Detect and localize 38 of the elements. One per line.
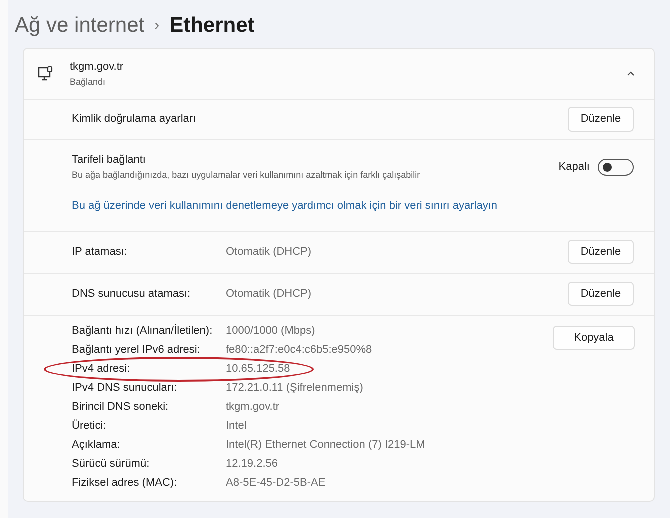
property-value: Intel — [226, 418, 247, 434]
edit-button[interactable]: Düzenle — [568, 107, 634, 132]
setting-label: DNS sunucusu ataması: — [72, 286, 192, 302]
setting-value: Otomatik (DHCP) — [226, 244, 313, 260]
property-label: Bağlantı yerel IPv6 adresi: — [72, 342, 202, 358]
property-label: IPv4 DNS sunucuları: — [72, 380, 178, 396]
property-label: Üretici: — [72, 418, 108, 434]
edit-button[interactable]: Düzenle — [568, 282, 634, 306]
property-value: fe80::a2f7:e0c4:c6b5:e950%8 — [226, 342, 372, 358]
ethernet-icon — [38, 66, 54, 82]
property-label: Sürücü sürümü: — [72, 456, 151, 472]
property-value: Intel(R) Ethernet Connection (7) I219-LM — [226, 438, 426, 453]
property-value: tkgm.gov.tr — [226, 400, 280, 415]
connection-status: Bağlandı — [70, 76, 107, 89]
property-label: Açıklama: — [72, 438, 122, 453]
setting-label: Kimlik doğrulama ayarları — [72, 112, 196, 128]
copy-button[interactable]: Kopyala — [553, 326, 635, 350]
property-label: Bağlantı hızı (Alınan/İletilen): — [72, 324, 214, 339]
setting-value: Otomatik (DHCP) — [226, 286, 313, 302]
property-label: Fiziksel adres (MAC): — [72, 476, 178, 491]
property-label: Birincil DNS soneki: — [72, 400, 170, 415]
setting-label: IP ataması: — [72, 244, 128, 260]
setting-label: Tarifeli bağlantı — [72, 153, 147, 168]
breadcrumb-separator: › — [154, 16, 160, 36]
property-value: A8-5E-45-D2-5B-AE — [226, 476, 326, 491]
property-value: 172.21.0.11 (Şifrelenmemiş) — [226, 380, 364, 396]
toggle-switch[interactable] — [598, 158, 634, 176]
network-name: tkgm.gov.tr — [70, 60, 125, 75]
page-title: Ethernet — [170, 13, 255, 40]
toggle-state: Kapalı — [558, 160, 590, 175]
setting-description: Bu ağa bağlandığınızda, bazı uygulamalar veri kullanımını azaltmak için farklı çalışabilir — [72, 168, 420, 182]
edit-button[interactable]: Düzenle — [568, 240, 634, 264]
property-value: 10.65.125.58 — [226, 362, 290, 377]
breadcrumb-link[interactable]: Ağ ve internet — [15, 10, 145, 42]
property-label: IPv4 adresi: — [72, 362, 132, 377]
property-value: 12.19.2.56 — [226, 456, 278, 472]
data-limit-link[interactable]: Bu ağ üzerinde veri kullanımını denetlemeye yardımcı olmak için bir veri sınırı ayarlayın — [72, 198, 498, 214]
property-value: 1000/1000 (Mbps) — [226, 324, 316, 339]
